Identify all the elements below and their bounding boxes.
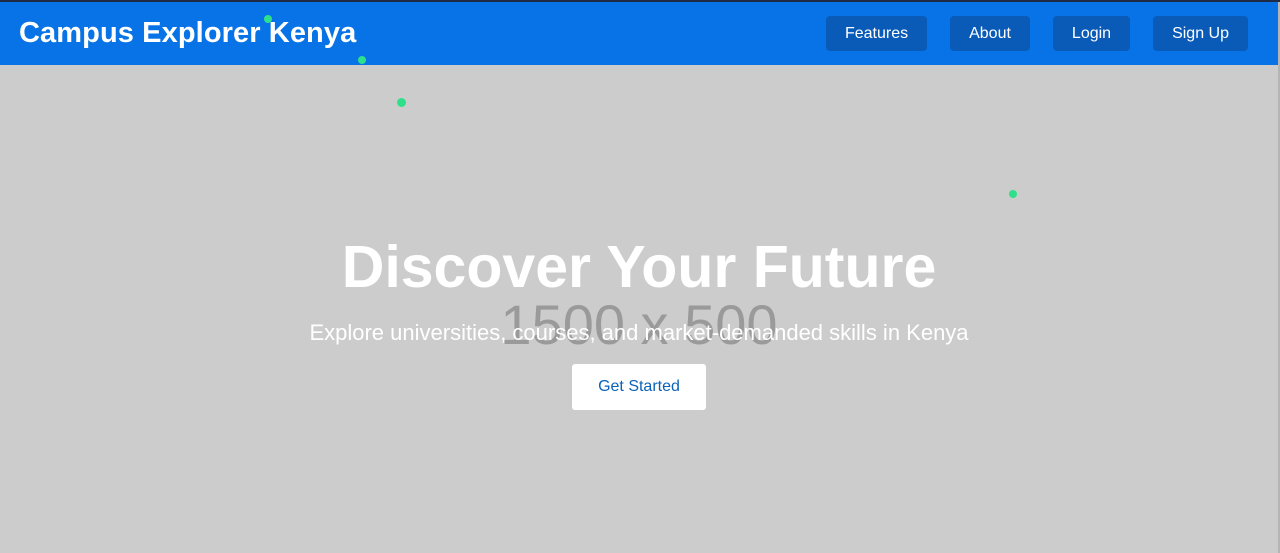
navbar: Campus Explorer Kenya Features About Log… (0, 2, 1278, 65)
decorative-dot (358, 56, 366, 64)
hero-title: Discover Your Future (341, 234, 937, 300)
decorative-dot (264, 15, 272, 23)
nav-features-button[interactable]: Features (825, 16, 928, 51)
hero-subtitle: Explore universities, courses, and marke… (309, 320, 969, 345)
decorative-dot (1009, 190, 1017, 198)
decorative-dot (397, 98, 406, 107)
nav-signup-button[interactable]: Sign Up (1153, 16, 1248, 51)
get-started-button[interactable]: Get Started (572, 364, 706, 410)
nav-login-button[interactable]: Login (1052, 16, 1131, 51)
hero-section: 1500 x 500 Discover Your Future Explore … (0, 65, 1278, 553)
nav-menu: Features About Login Sign Up (825, 16, 1248, 51)
page: Campus Explorer Kenya Features About Log… (0, 0, 1280, 553)
brand-title[interactable]: Campus Explorer Kenya (19, 17, 356, 50)
nav-about-button[interactable]: About (950, 16, 1030, 51)
